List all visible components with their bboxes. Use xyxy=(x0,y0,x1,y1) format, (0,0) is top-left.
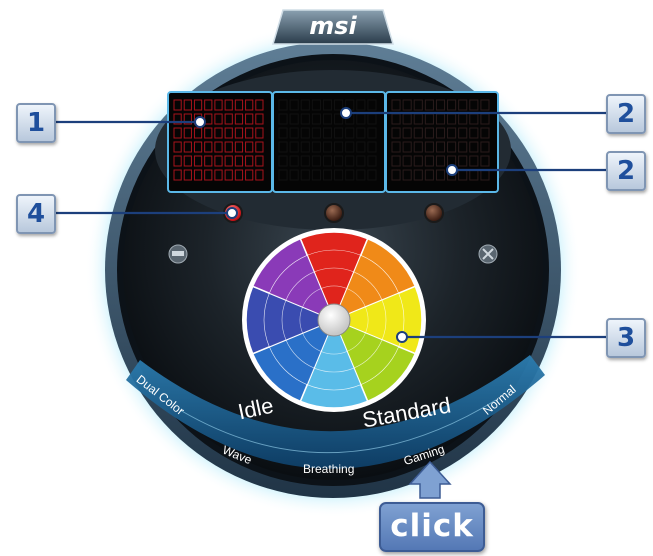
steelseries-engine-panel: msi Idle Standard Dual Color Wave Breath… xyxy=(0,0,653,556)
callout-1: 1 xyxy=(16,103,56,143)
color-wheel-hub[interactable] xyxy=(317,303,351,337)
mode-breathing[interactable]: Breathing xyxy=(303,462,354,476)
callout-2a: 2 xyxy=(606,94,646,134)
keyboard-zone-right[interactable] xyxy=(385,91,499,193)
click-hint-badge: click xyxy=(379,502,485,552)
callout-3: 3 xyxy=(606,318,646,358)
callout-4: 4 xyxy=(16,194,56,234)
zone-select-button-3[interactable] xyxy=(424,203,444,223)
msi-logo: msi xyxy=(309,12,357,40)
keyboard-zone-middle[interactable] xyxy=(272,91,386,193)
keyboard-icon-button[interactable] xyxy=(168,244,188,264)
keyboard-zone-left[interactable] xyxy=(167,91,273,193)
callout-2b: 2 xyxy=(606,151,646,191)
zone-select-button-2[interactable] xyxy=(324,203,344,223)
close-icon-button[interactable] xyxy=(478,244,498,264)
